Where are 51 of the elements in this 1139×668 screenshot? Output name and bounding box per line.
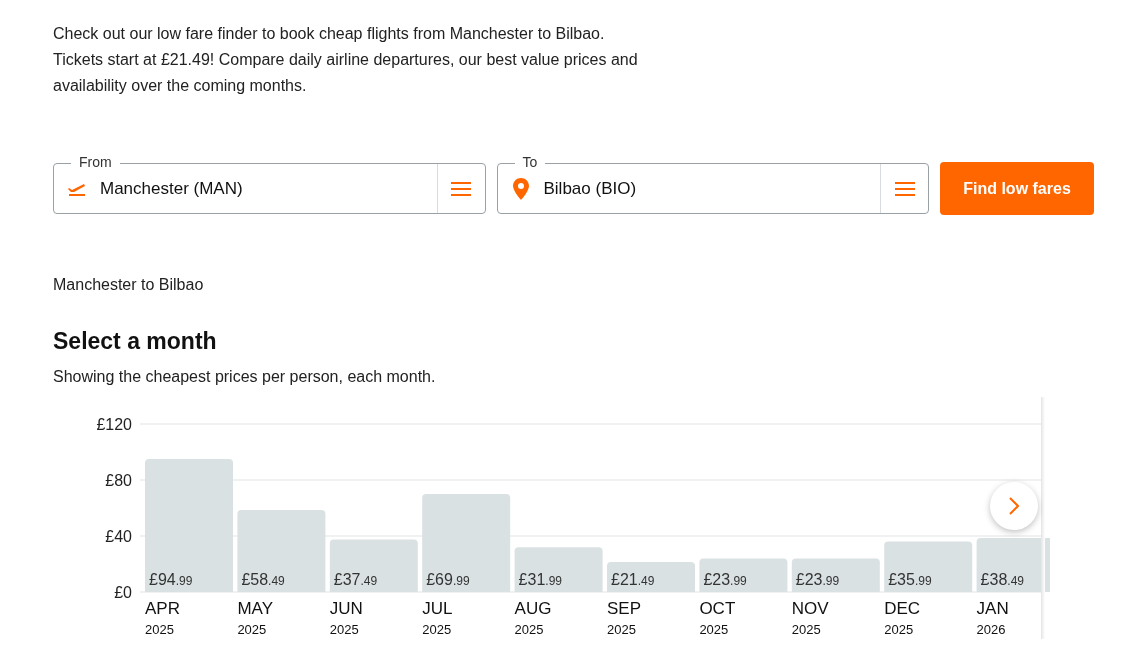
year-label: 2025 bbox=[884, 621, 914, 637]
year-label: 2025 bbox=[699, 621, 729, 637]
field-value: Bilbao (BIO) bbox=[543, 177, 638, 200]
month-label: JUL bbox=[422, 598, 453, 618]
price-label: £38.49 bbox=[980, 570, 1024, 588]
menu-icon bbox=[451, 181, 471, 196]
year-label: 2025 bbox=[514, 621, 544, 637]
intro-paragraph: Check out our low fare finder to book cheap flights from Manchester to Bilbao. Tickets start at £21.49! Compare daily airline departures, our best value prices and availability over the coming months. bbox=[53, 24, 639, 96]
year-label: 2025 bbox=[237, 621, 267, 637]
menu-icon bbox=[894, 181, 915, 196]
price-label: £23.99 bbox=[703, 570, 747, 588]
month-label: JAN bbox=[976, 598, 1009, 618]
chevron-right-icon bbox=[1009, 497, 1019, 515]
price-bar[interactable] bbox=[607, 561, 695, 592]
month-label: MAY bbox=[237, 598, 273, 618]
month-label: NOV bbox=[791, 598, 829, 618]
price-label: £94.99 bbox=[149, 570, 193, 588]
month-label: OCT bbox=[699, 598, 736, 618]
price-label: £35.99 bbox=[888, 570, 932, 588]
year-label: 2025 bbox=[329, 621, 359, 637]
axis-tick-label: £0 bbox=[114, 583, 132, 601]
price-label: £21.49 bbox=[611, 570, 655, 588]
year-label: 2026 bbox=[976, 621, 1006, 637]
axis-tick-label: £80 bbox=[105, 471, 132, 489]
year-label: 2025 bbox=[791, 621, 821, 637]
price-label: £31.99 bbox=[518, 570, 562, 588]
axis-tick-label: £120 bbox=[96, 415, 132, 433]
month-label: SEP bbox=[607, 598, 642, 618]
month-label: JUN bbox=[329, 598, 363, 618]
price-label: £37.49 bbox=[333, 570, 378, 588]
year-label: 2025 bbox=[607, 621, 636, 637]
price-bar[interactable] bbox=[514, 546, 603, 592]
price-label: £69.99 bbox=[426, 570, 470, 588]
price-label: £23.99 bbox=[795, 570, 840, 588]
route-heading: Manchester to Bilbao bbox=[53, 275, 205, 295]
field-value: Manchester (MAN) bbox=[100, 177, 244, 200]
map-pin-icon bbox=[512, 177, 529, 200]
month-label: AUG bbox=[514, 598, 552, 618]
month-label: DEC bbox=[884, 598, 921, 618]
month-label: APR bbox=[145, 598, 180, 618]
year-label: 2025 bbox=[145, 621, 174, 637]
section-subtitle: Showing the cheapest prices per person, each month. bbox=[53, 366, 437, 387]
price-bar[interactable] bbox=[884, 541, 973, 592]
price-bar[interactable] bbox=[976, 537, 1050, 592]
axis-tick-label: £40 bbox=[105, 527, 132, 545]
year-label: 2025 bbox=[422, 621, 452, 637]
price-bar[interactable] bbox=[699, 557, 788, 592]
section-title: Select a month bbox=[53, 327, 218, 356]
price-bar[interactable] bbox=[329, 539, 418, 592]
price-label: £58.49 bbox=[241, 570, 285, 588]
price-bar[interactable] bbox=[791, 557, 880, 592]
